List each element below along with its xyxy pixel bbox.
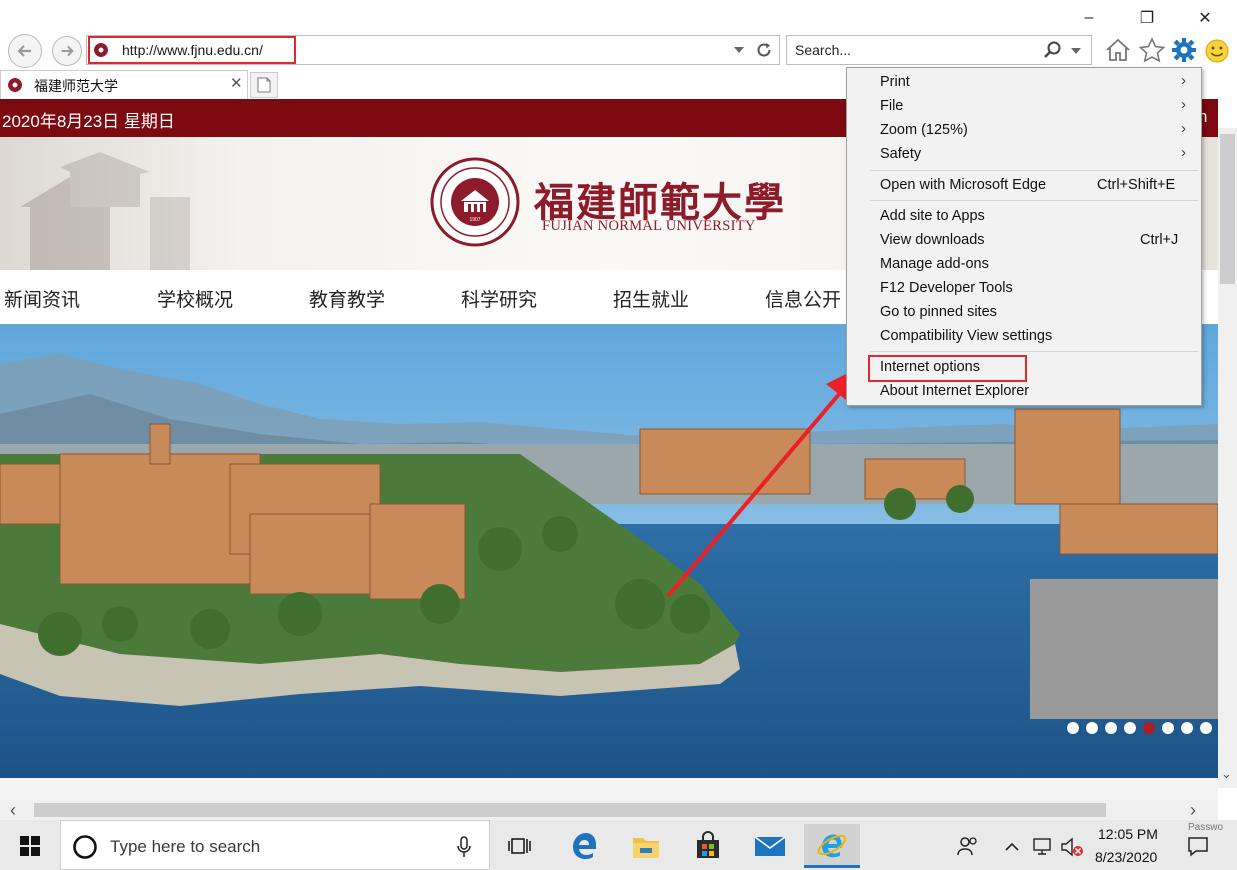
start-button[interactable] [2, 824, 58, 868]
microphone-icon[interactable] [456, 835, 472, 859]
mail-taskbar-button[interactable] [742, 824, 798, 868]
edge-icon [573, 833, 596, 859]
submenu-arrow-icon: › [1181, 144, 1186, 161]
store-icon [697, 831, 719, 858]
shortcut-view-downloads: Ctrl+J [1140, 232, 1179, 248]
menu-item-view-downloads[interactable]: View downloads [880, 232, 985, 248]
people-icon[interactable] [957, 835, 979, 857]
cortana-circle-icon [73, 835, 97, 859]
task-view-icon [508, 838, 531, 854]
submenu-arrow-icon: › [1181, 72, 1186, 89]
menu-item-compat-view[interactable]: Compatibility View settings [880, 328, 1052, 344]
menu-item-file[interactable]: File [880, 98, 903, 114]
submenu-arrow-icon: › [1181, 96, 1186, 113]
menu-item-safety[interactable]: Safety [880, 146, 921, 162]
shortcut-open-edge: Ctrl+Shift+E [1097, 177, 1176, 193]
menu-separator [870, 170, 1198, 171]
windows-start-icon [20, 836, 40, 856]
menu-item-f12-tools[interactable]: F12 Developer Tools [880, 280, 1013, 296]
menu-item-manage-addons[interactable]: Manage add-ons [880, 256, 989, 272]
menu-separator [870, 200, 1198, 201]
overlay-text: Passwo [1188, 822, 1224, 833]
menu-item-add-site-apps[interactable]: Add site to Apps [880, 208, 985, 224]
menu-item-open-edge[interactable]: Open with Microsoft Edge [880, 177, 1046, 193]
ie-taskbar-button[interactable] [804, 824, 860, 868]
chevron-up-icon[interactable] [1004, 840, 1020, 852]
store-taskbar-button[interactable] [680, 824, 736, 868]
menu-item-zoom[interactable]: Zoom (125%) [880, 122, 968, 138]
taskbar-search-placeholder[interactable]: Type here to search [110, 837, 260, 857]
menu-item-pinned-sites[interactable]: Go to pinned sites [880, 304, 997, 320]
clock-date[interactable]: 8/23/2020 [1095, 849, 1157, 865]
menu-item-about-ie[interactable]: About Internet Explorer [880, 383, 1029, 399]
menu-item-print[interactable]: Print [880, 74, 910, 90]
mail-icon [754, 836, 786, 856]
internet-options-highlight-box [868, 355, 1027, 382]
clock-time[interactable]: 12:05 PM [1098, 826, 1158, 842]
internet-explorer-icon [817, 834, 847, 857]
submenu-arrow-icon: › [1181, 120, 1186, 137]
task-view-button[interactable] [492, 824, 548, 868]
edge-taskbar-button[interactable] [556, 824, 612, 868]
network-icon[interactable] [1032, 836, 1054, 856]
volume-muted-icon[interactable] [1060, 836, 1086, 858]
file-explorer-icon [633, 838, 659, 858]
menu-separator [870, 351, 1198, 352]
file-explorer-taskbar-button[interactable] [618, 824, 674, 868]
notification-icon[interactable] [1186, 834, 1210, 858]
ie-window: – ❐ ✕ http://www.fjnu.edu.cn/ Search... … [0, 0, 1237, 870]
